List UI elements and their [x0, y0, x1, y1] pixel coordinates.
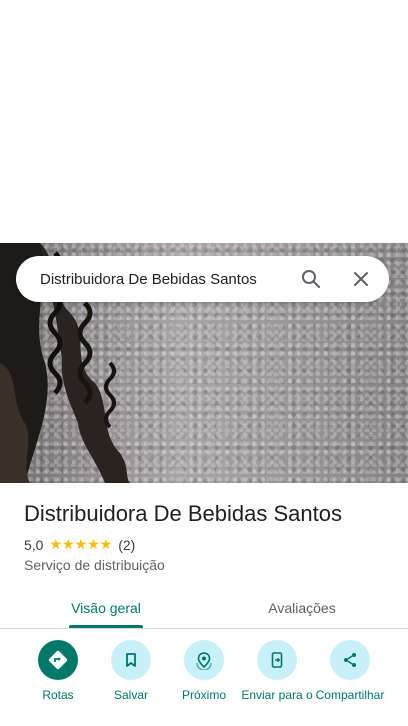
search-input[interactable]: Distribuidora De Bebidas Santos	[40, 271, 299, 288]
close-icon[interactable]	[351, 269, 371, 289]
share-label: Compartilhar	[315, 688, 385, 702]
nearby-icon	[184, 640, 224, 680]
nearby-button[interactable]: Próximo	[167, 640, 241, 702]
active-tab-indicator	[69, 625, 143, 628]
save-label: Salvar	[113, 688, 148, 702]
nearby-label: Próximo	[181, 688, 226, 702]
save-button[interactable]: Salvar	[94, 640, 168, 702]
map-area[interactable]	[0, 0, 408, 243]
search-icon[interactable]	[299, 267, 323, 291]
bookmark-icon	[111, 640, 151, 680]
rating-value: 5,0	[24, 536, 44, 553]
send-to-phone-button[interactable]: Enviar para o	[240, 640, 314, 702]
tab-reviews[interactable]: Avaliações	[204, 588, 400, 628]
tab-overview[interactable]: Visão geral	[24, 588, 188, 628]
action-bar: Rotas Salvar Próximo Enviar para o Compa…	[0, 640, 408, 726]
send-to-phone-icon	[257, 640, 297, 680]
star-rating: ★★★★★	[49, 536, 113, 552]
directions-label: Rotas	[42, 688, 74, 702]
tab-bar: Visão geral Avaliações	[0, 588, 408, 629]
rating-row[interactable]: 5,0 ★★★★★ (2)	[24, 536, 135, 553]
send-to-phone-label: Enviar para o	[241, 688, 313, 702]
review-count[interactable]: (2)	[118, 537, 135, 553]
directions-icon	[38, 640, 78, 680]
place-category: Serviço de distribuição	[24, 557, 165, 573]
place-title: Distribuidora De Bebidas Santos	[24, 501, 342, 526]
directions-button[interactable]: Rotas	[21, 640, 95, 702]
search-bar[interactable]: Distribuidora De Bebidas Santos	[16, 256, 389, 302]
share-button[interactable]: Compartilhar	[313, 640, 387, 702]
share-icon	[330, 640, 370, 680]
